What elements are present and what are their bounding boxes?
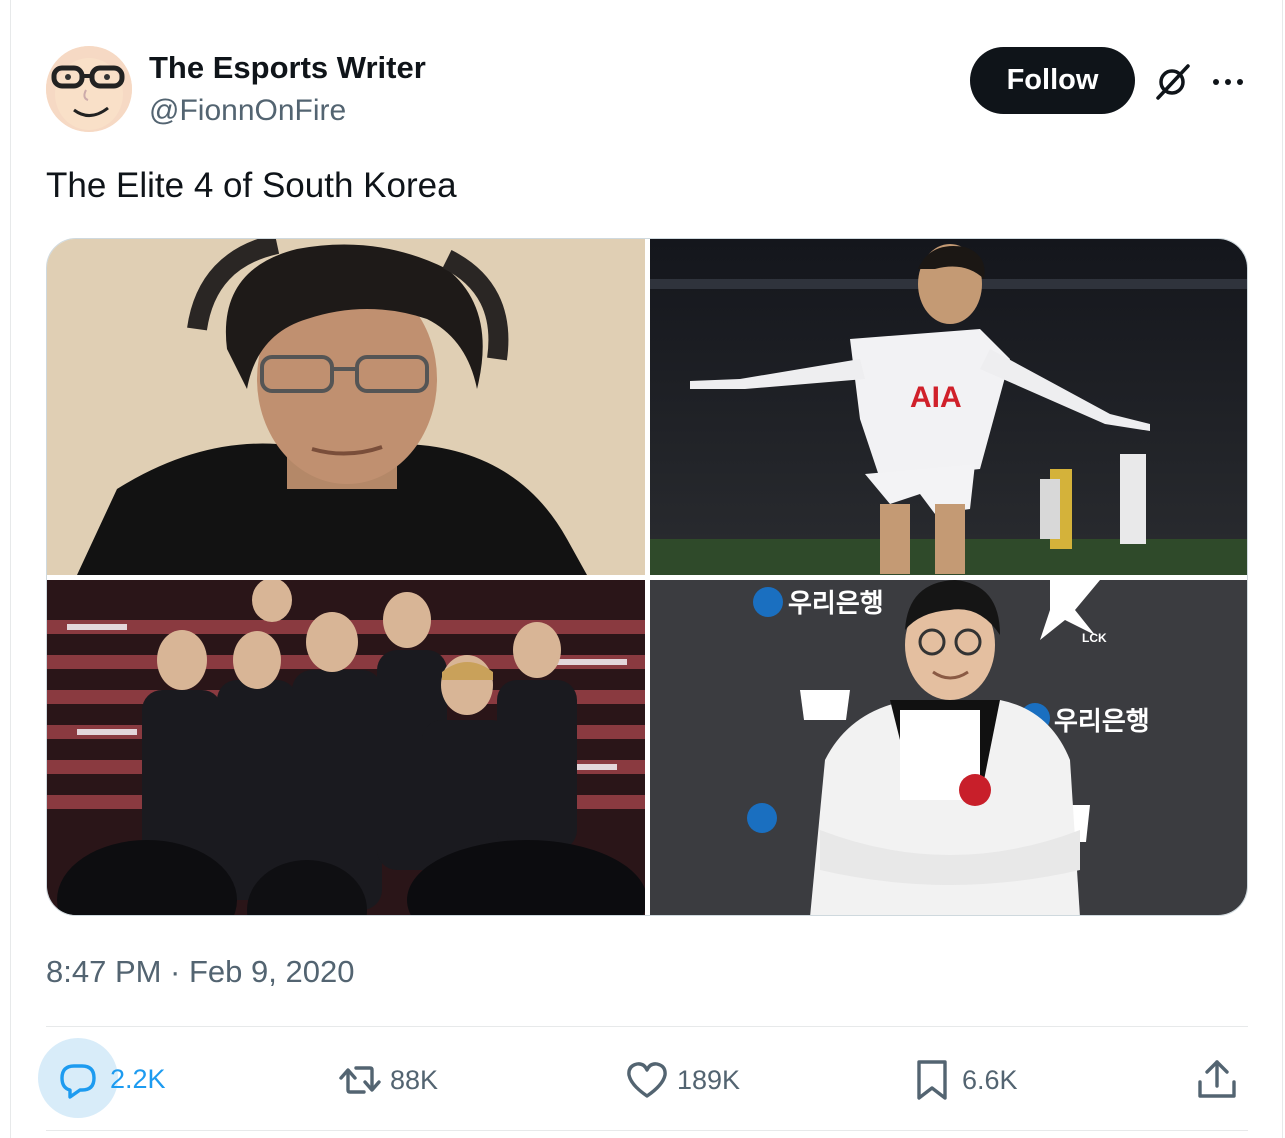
share-button[interactable] [1195,1050,1239,1110]
like-button[interactable]: 189K [625,1050,740,1110]
bookmark-icon [910,1058,954,1102]
sign-text-woori: 우리은행 [788,589,884,619]
bookmark-count: 6.6K [962,1064,1018,1095]
sign-text-woori-2: 우리은행 [1054,707,1150,737]
jersey-sponsor-text: AIA [910,381,962,414]
follow-button[interactable]: Follow [970,47,1135,114]
heart-icon [625,1058,669,1102]
retweet-icon [338,1058,382,1102]
sign-text-lck: LCK [1082,631,1107,645]
bookmark-button[interactable]: 6.6K [910,1050,1018,1110]
author-name[interactable]: The Esports Writer [149,50,426,86]
photo-portrait-man[interactable] [47,239,645,575]
photo-group-band[interactable] [47,580,645,915]
divider-bottom [46,1130,1248,1131]
share-upload-icon [1195,1058,1239,1102]
media-grid: AIA 우리은행 우리은행 LCK [46,238,1248,916]
author-handle[interactable]: @FionnOnFire [149,94,346,128]
avatar-cartoon-face [46,46,132,132]
like-count: 189K [677,1064,741,1095]
author-avatar[interactable] [46,46,132,132]
divider-top [46,1026,1248,1027]
reply-icon[interactable] [56,1058,100,1102]
more-dots-icon[interactable] [1208,62,1248,102]
reply-count[interactable]: 2.2K [110,1064,166,1095]
retweet-button[interactable]: 88K [338,1050,438,1110]
tweet-timestamp[interactable]: 8:47 PM · Feb 9, 2020 [46,954,354,990]
photo-esports-player[interactable]: 우리은행 우리은행 LCK [650,580,1247,915]
tweet-text: The Elite 4 of South Korea [46,166,457,205]
photo-football-player[interactable]: AIA [650,239,1247,575]
grok-slash-icon[interactable] [1150,60,1194,104]
retweet-count: 88K [390,1064,439,1095]
